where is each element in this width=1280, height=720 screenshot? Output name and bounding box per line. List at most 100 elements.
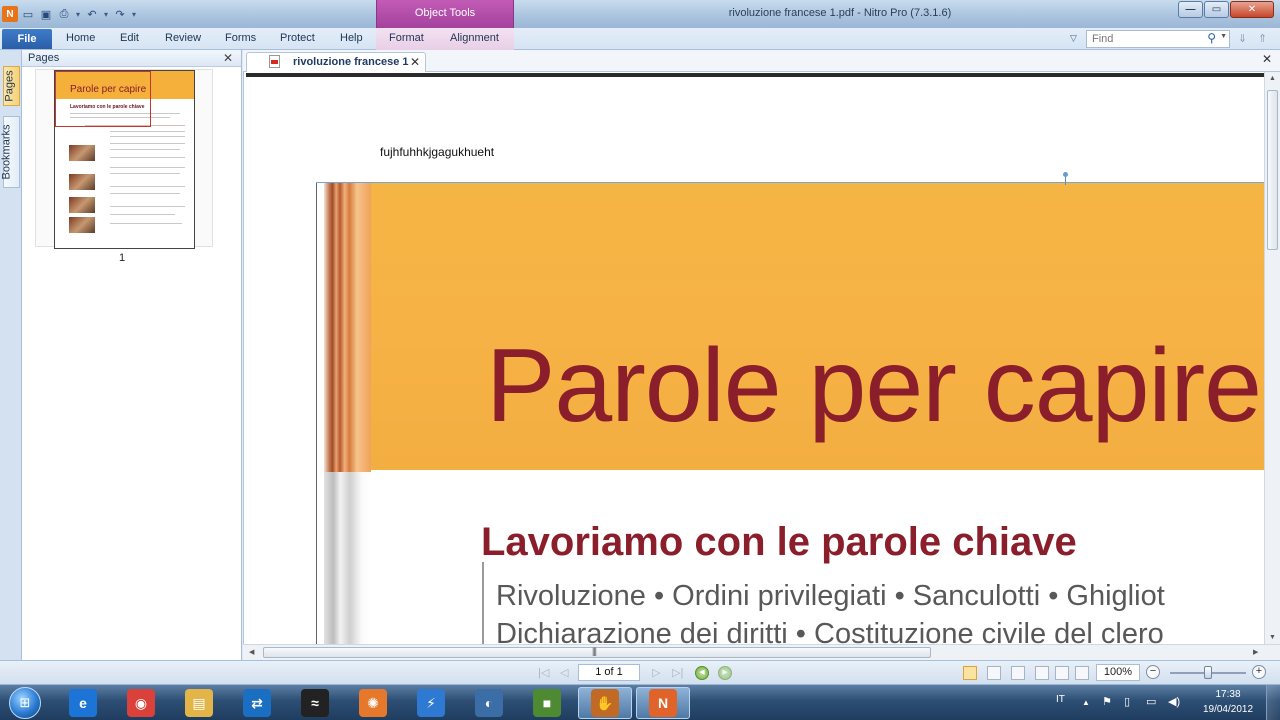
single-page-view-icon[interactable] [963,666,977,680]
taskbar-minecraft[interactable]: ■ [520,687,574,719]
horizontal-scroll-thumb[interactable]: ||| [263,646,931,658]
windows-logo-icon: ⊞ [9,687,41,719]
dropdown-arrow-icon[interactable]: ▾ [102,10,110,19]
selection-outline [316,182,1264,183]
scroll-down-icon[interactable]: ▼ [1269,634,1276,641]
pdf-page[interactable]: Parole per capire Lavoriamo con le parol… [316,172,1264,644]
taskbar-chrome[interactable]: ◉ [114,687,168,719]
usb-icon[interactable]: ▯ [1124,695,1130,708]
zoom-out-button[interactable]: − [1146,665,1160,679]
taskbar-app-black[interactable]: ≈ [288,687,342,719]
zoom-in-button[interactable]: + [1252,665,1266,679]
tab-protect[interactable]: Protect [280,32,315,44]
document-view[interactable]: fujhfuhhkjgagukhueht Parole per capire L… [243,72,1264,644]
side-tab-bookmarks[interactable]: Bookmarks [1,116,20,188]
taskbar-nitro-pro[interactable]: N [636,687,690,719]
tab-help[interactable]: Help [340,32,363,44]
back-view-icon[interactable]: ◀ [695,666,709,680]
page-indicator[interactable]: 1 of 1 [578,664,640,681]
scroll-left-icon[interactable]: ◀ [249,648,254,656]
minimize-button[interactable]: — [1178,1,1203,18]
maximize-button[interactable]: ▭ [1204,1,1229,18]
scroll-right-icon[interactable]: ▶ [1253,648,1258,656]
customize-qat-icon[interactable]: ▾ [130,10,138,19]
nitro-logo-icon[interactable]: N [2,6,18,22]
app-glove-icon: ✋ [591,689,619,717]
zoom-slider-knob[interactable] [1204,666,1212,679]
show-desktop-button[interactable] [1266,685,1280,720]
continuous-view-icon[interactable] [987,666,1001,680]
close-tab-icon[interactable]: ✕ [410,55,420,69]
taskbar-app-glove[interactable]: ✋ [578,687,632,719]
horizontal-scrollbar[interactable]: ◀ ||| ▶ [243,644,1280,660]
find-input[interactable] [1087,31,1197,47]
redo-icon[interactable]: ↷ [112,6,128,22]
start-button[interactable]: ⊞ [6,685,44,720]
taskbar-app-blue-circle[interactable]: ◐ [462,687,516,719]
page-subtitle: Lavoriamo con le parole chiave [481,520,1077,564]
dropdown-arrow-icon[interactable]: ▾ [74,10,82,19]
language-indicator[interactable]: IT [1056,694,1065,705]
clock-date[interactable]: 19/04/2012 [1196,704,1260,715]
thumbnail-image [69,197,95,213]
document-tab[interactable]: rivoluzione francese 1 ✕ [246,52,426,72]
app-lightning-icon: ⚡ [417,689,445,717]
first-page-icon[interactable]: |◁ [538,666,549,679]
close-document-icon[interactable]: ✕ [1262,52,1272,66]
fit-width-icon[interactable] [1075,666,1089,680]
tab-home[interactable]: Home [66,32,95,44]
keywords-line: Dichiarazione dei diritti • Costituzione… [496,618,1164,644]
find-dropdown-icon[interactable]: ▼ [1220,33,1227,40]
vertical-scroll-thumb[interactable] [1267,90,1278,250]
print-icon[interactable]: ⎙ [56,6,72,22]
fit-page-icon[interactable] [1055,666,1069,680]
thumbnail-image [69,217,95,233]
vertical-scrollbar[interactable]: ▲ ▼ [1264,72,1280,644]
taskbar-app-lightning[interactable]: ⚡ [404,687,458,719]
file-tab[interactable]: File [2,29,52,49]
window-controls: — ▭ ✕ [1177,1,1274,18]
network-icon[interactable]: ▭ [1146,695,1156,708]
clock-time[interactable]: 17:38 [1200,689,1256,700]
page-number-label: 1 [118,252,126,264]
forward-view-icon[interactable]: ▶ [718,666,732,680]
text-annotation[interactable]: fujhfuhhkjgagukhueht [380,145,494,159]
next-page-icon[interactable]: ▷ [652,666,660,679]
undo-icon[interactable]: ↶ [84,6,100,22]
previous-page-icon[interactable]: ◁ [560,666,568,679]
tab-review[interactable]: Review [165,32,201,44]
ribbon-collapse-icon[interactable]: ▽ [1070,33,1077,44]
close-icon[interactable]: ✕ [223,50,233,66]
tab-alignment[interactable]: Alignment [450,32,499,44]
save-icon[interactable]: ▣ [38,6,54,22]
taskbar-internet-explorer[interactable]: e [56,687,110,719]
zoom-level[interactable]: 100% [1096,664,1140,681]
facing-continuous-view-icon[interactable] [1035,666,1049,680]
taskbar-app-orange-gear[interactable]: ✺ [346,687,400,719]
scroll-up-icon[interactable]: ▲ [1269,75,1276,82]
tab-forms[interactable]: Forms [225,32,256,44]
tab-format[interactable]: Format [389,32,424,44]
side-tab-pages[interactable]: Pages [3,66,20,106]
page-thumbnail-frame[interactable]: Parole per capire Lavoriamo con le parol… [35,69,213,249]
taskbar-teamviewer[interactable]: ⇄ [230,687,284,719]
facing-view-icon[interactable] [1011,666,1025,680]
close-button[interactable]: ✕ [1230,1,1274,18]
action-center-icon[interactable]: ⚑ [1102,695,1112,708]
last-page-icon[interactable]: ▷| [672,666,683,679]
show-hidden-icons[interactable]: ▲ [1082,698,1090,707]
thumbnail-view-rectangle[interactable] [55,71,151,127]
page-thumbnail[interactable]: Parole per capire Lavoriamo con le parol… [54,70,195,249]
side-tab-strip: Pages Bookmarks [0,50,22,660]
upload-arrow-icon[interactable]: ⇑ [1258,32,1267,45]
open-icon[interactable]: ▭ [20,6,36,22]
search-icon[interactable]: ⚲ [1207,31,1216,45]
context-group-label: Object Tools [376,0,514,28]
rotation-handle[interactable] [1063,172,1069,186]
download-arrow-icon[interactable]: ⇓ [1238,32,1247,45]
minecraft-icon: ■ [533,689,561,717]
tab-edit[interactable]: Edit [120,32,139,44]
taskbar-file-explorer[interactable]: ▤ [172,687,226,719]
nitro-pro-icon: N [649,689,677,717]
volume-icon[interactable]: ◀) [1168,695,1180,708]
